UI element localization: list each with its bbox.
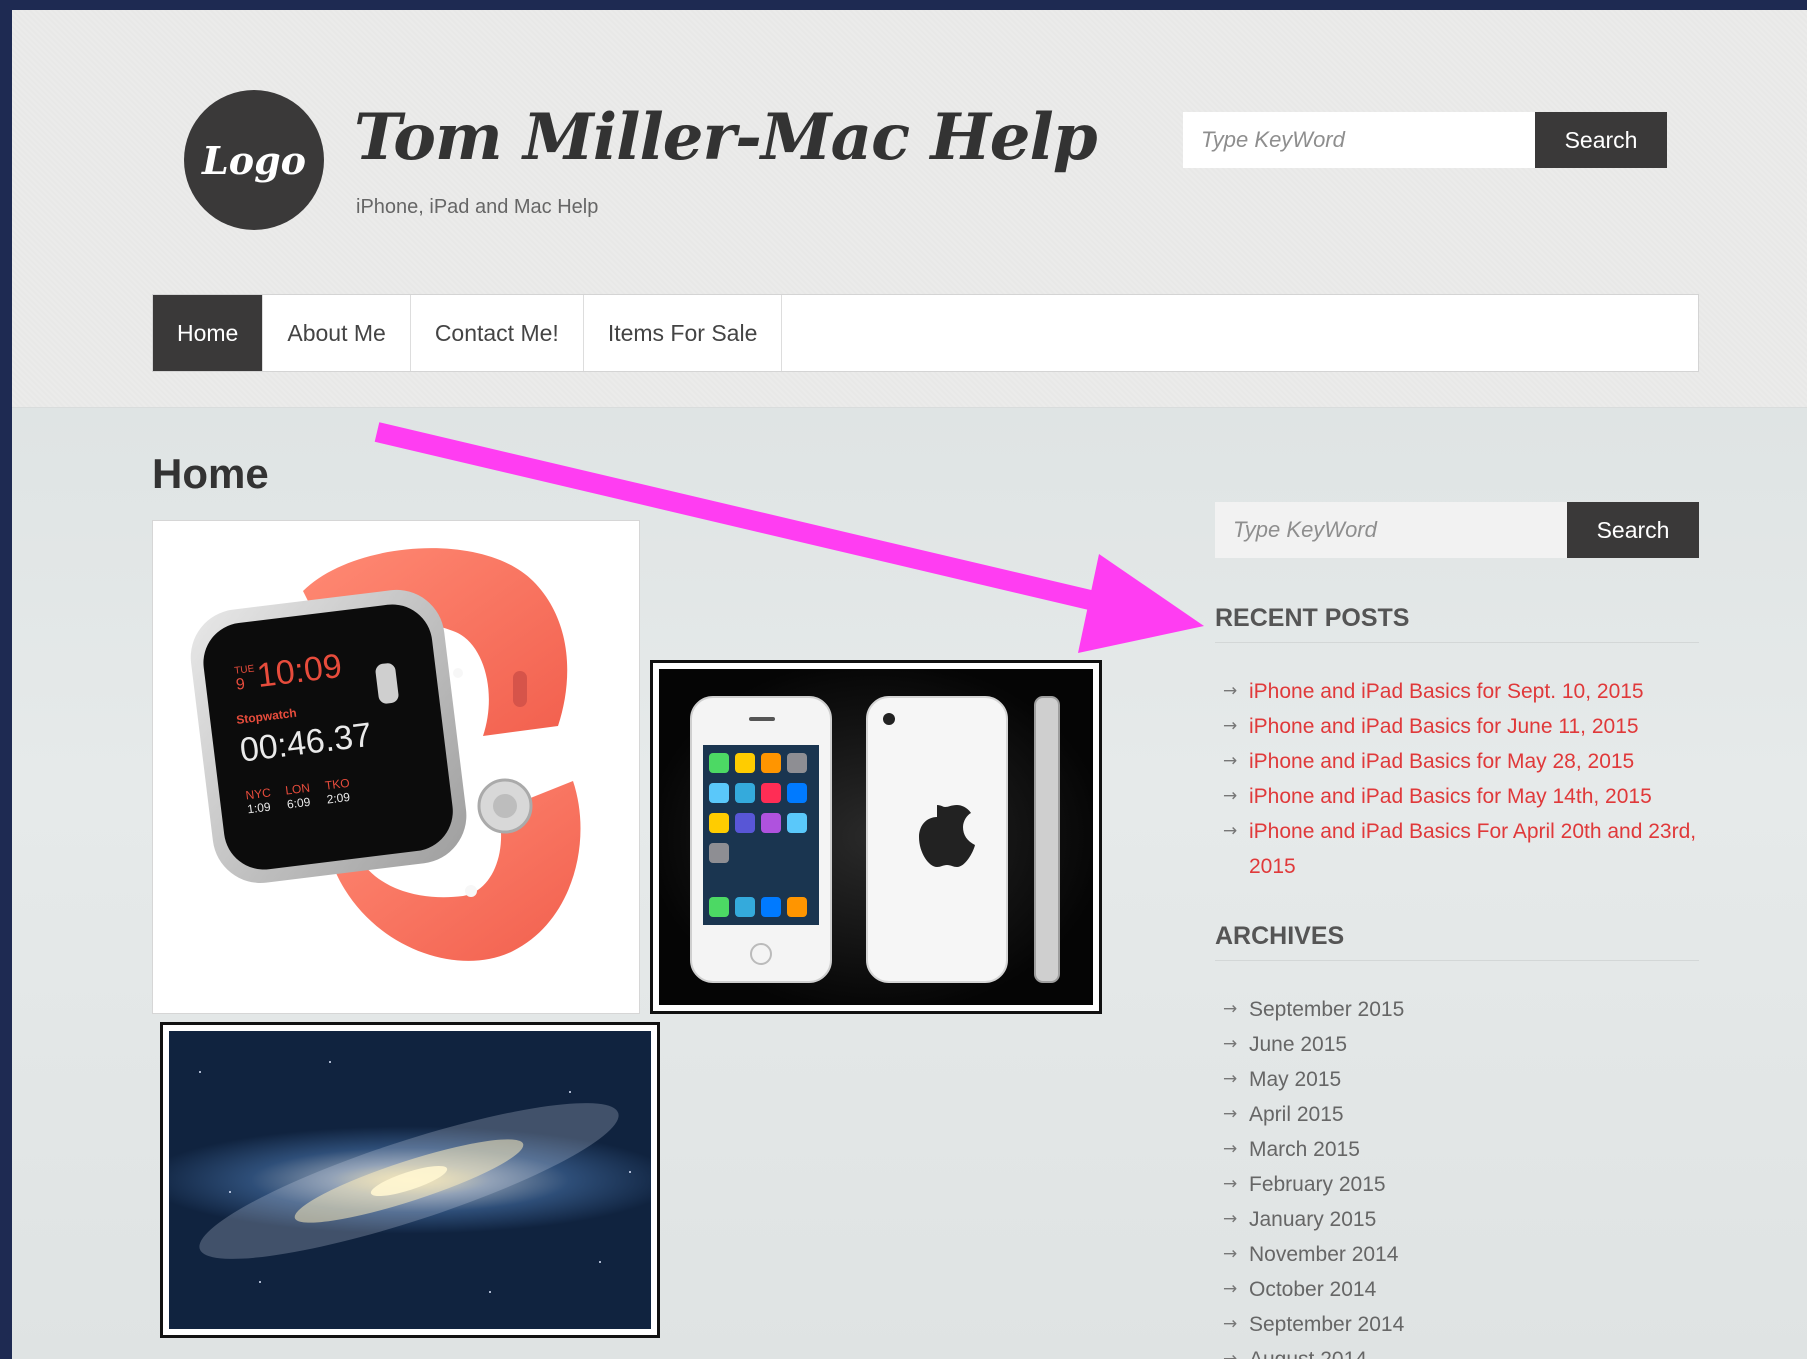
archive-link[interactable]: April 2015	[1249, 1097, 1344, 1132]
archive-item[interactable]: → September 2014	[1223, 1307, 1703, 1342]
recent-post-link[interactable]: iPhone and iPad Basics For April 20th an…	[1249, 814, 1703, 884]
archive-link[interactable]: October 2014	[1249, 1272, 1376, 1307]
recent-post-link[interactable]: iPhone and iPad Basics for May 28, 2015	[1249, 744, 1634, 779]
archives-divider	[1215, 960, 1699, 961]
apple-watch-illustration: TUE 9 10:09 Stopwatch 00:46.37 NYC LON T…	[190, 548, 581, 961]
arrow-right-icon: →	[1223, 716, 1238, 736]
recent-post-item[interactable]: → iPhone and iPad Basics for May 14th, 20…	[1223, 779, 1703, 814]
iphone-illustration	[690, 696, 1060, 983]
archive-item[interactable]: → November 2014	[1223, 1237, 1703, 1272]
arrow-right-icon: →	[1223, 1349, 1238, 1359]
archive-item[interactable]: → March 2015	[1223, 1132, 1703, 1167]
recent-post-item[interactable]: → iPhone and iPad Basics For April 20th a…	[1223, 814, 1703, 884]
arrow-right-icon: →	[1223, 999, 1238, 1019]
archive-item[interactable]: → January 2015	[1223, 1202, 1703, 1237]
recent-posts-list: → iPhone and iPad Basics for Sept. 10, 20…	[1223, 674, 1703, 884]
archive-item[interactable]: → June 2015	[1223, 1027, 1703, 1062]
recent-post-link[interactable]: iPhone and iPad Basics for June 11, 2015	[1249, 709, 1639, 744]
archive-link[interactable]: September 2014	[1249, 1307, 1404, 1342]
recent-post-item[interactable]: → iPhone and iPad Basics for June 11, 201…	[1223, 709, 1703, 744]
galaxy-illustration	[169, 1031, 651, 1329]
site-subtitle: iPhone, iPad and Mac Help	[356, 196, 599, 218]
sidebar-search-button[interactable]: Search	[1567, 502, 1699, 558]
recent-post-item[interactable]: → iPhone and iPad Basics for May 28, 2015	[1223, 744, 1703, 779]
sidebar-search: Search	[1215, 502, 1699, 558]
watch-city-time-3: 2:09	[326, 790, 351, 807]
browser-viewport: Logo Tom Miller-Mac Help iPhone, iPad an…	[12, 10, 1807, 1359]
arrow-right-icon: →	[1223, 1139, 1238, 1159]
recent-posts-divider	[1215, 642, 1699, 643]
nav-item-home[interactable]: Home	[153, 295, 264, 371]
watch-city-time-2: 6:09	[286, 795, 311, 812]
header-search-input[interactable]	[1183, 112, 1535, 168]
arrow-right-icon: →	[1223, 1104, 1238, 1124]
arrow-right-icon: →	[1223, 1244, 1238, 1264]
page-title: Home	[152, 450, 269, 497]
arrow-right-icon: →	[1223, 1174, 1238, 1194]
arrow-right-icon: →	[1223, 821, 1238, 841]
header-search-button[interactable]: Search	[1535, 112, 1667, 168]
archive-link[interactable]: September 2015	[1249, 992, 1404, 1027]
logo-text: Logo	[202, 137, 306, 183]
arrow-right-icon: →	[1223, 1314, 1238, 1334]
site-logo[interactable]: Logo	[184, 90, 324, 230]
nav-item-items-for-sale[interactable]: Items For Sale	[584, 295, 783, 371]
nav-item-about-me[interactable]: About Me	[263, 295, 411, 371]
sidebar-search-input[interactable]	[1215, 502, 1567, 558]
archive-link[interactable]: August 2014	[1249, 1342, 1367, 1359]
archive-link[interactable]: March 2015	[1249, 1132, 1360, 1167]
archive-link[interactable]: January 2015	[1249, 1202, 1376, 1237]
recent-post-link[interactable]: iPhone and iPad Basics for May 14th, 201…	[1249, 779, 1652, 814]
archives-title: ARCHIVES	[1215, 922, 1345, 950]
archive-link[interactable]: November 2014	[1249, 1237, 1398, 1272]
recent-post-item[interactable]: → iPhone and iPad Basics for Sept. 10, 20…	[1223, 674, 1703, 709]
archive-item[interactable]: → May 2015	[1223, 1062, 1703, 1097]
archive-item[interactable]: → August 2014	[1223, 1342, 1703, 1359]
archive-link[interactable]: June 2015	[1249, 1027, 1347, 1062]
apple-watch-image[interactable]: TUE 9 10:09 Stopwatch 00:46.37 NYC LON T…	[152, 520, 640, 1014]
archives-list: → September 2015 → June 2015 → May 2015 → Ap…	[1223, 992, 1703, 1359]
site-title[interactable]: Tom Miller-Mac Help	[354, 100, 1098, 175]
recent-posts-title: RECENT POSTS	[1215, 604, 1410, 632]
arrow-right-icon: →	[1223, 1209, 1238, 1229]
arrow-right-icon: →	[1223, 751, 1238, 771]
archive-item[interactable]: → October 2014	[1223, 1272, 1703, 1307]
arrow-right-icon: →	[1223, 681, 1238, 701]
arrow-right-icon: →	[1223, 1034, 1238, 1054]
iphone-image[interactable]	[650, 660, 1102, 1014]
recent-post-link[interactable]: iPhone and iPad Basics for Sept. 10, 201…	[1249, 674, 1644, 709]
archive-item[interactable]: → April 2015	[1223, 1097, 1703, 1132]
nav-item-contact-me[interactable]: Contact Me!	[411, 295, 584, 371]
galaxy-wallpaper-image[interactable]	[160, 1022, 660, 1338]
archive-item[interactable]: → September 2015	[1223, 992, 1703, 1027]
arrow-right-icon: →	[1223, 1279, 1238, 1299]
watch-city-time-1: 1:09	[246, 800, 271, 817]
archive-link[interactable]: February 2015	[1249, 1167, 1386, 1202]
archive-item[interactable]: → February 2015	[1223, 1167, 1703, 1202]
arrow-right-icon: →	[1223, 1069, 1238, 1089]
archive-link[interactable]: May 2015	[1249, 1062, 1341, 1097]
header-search: Search	[1183, 112, 1667, 168]
arrow-right-icon: →	[1223, 786, 1238, 806]
main-nav: Home About Me Contact Me! Items For Sale	[152, 294, 1699, 372]
